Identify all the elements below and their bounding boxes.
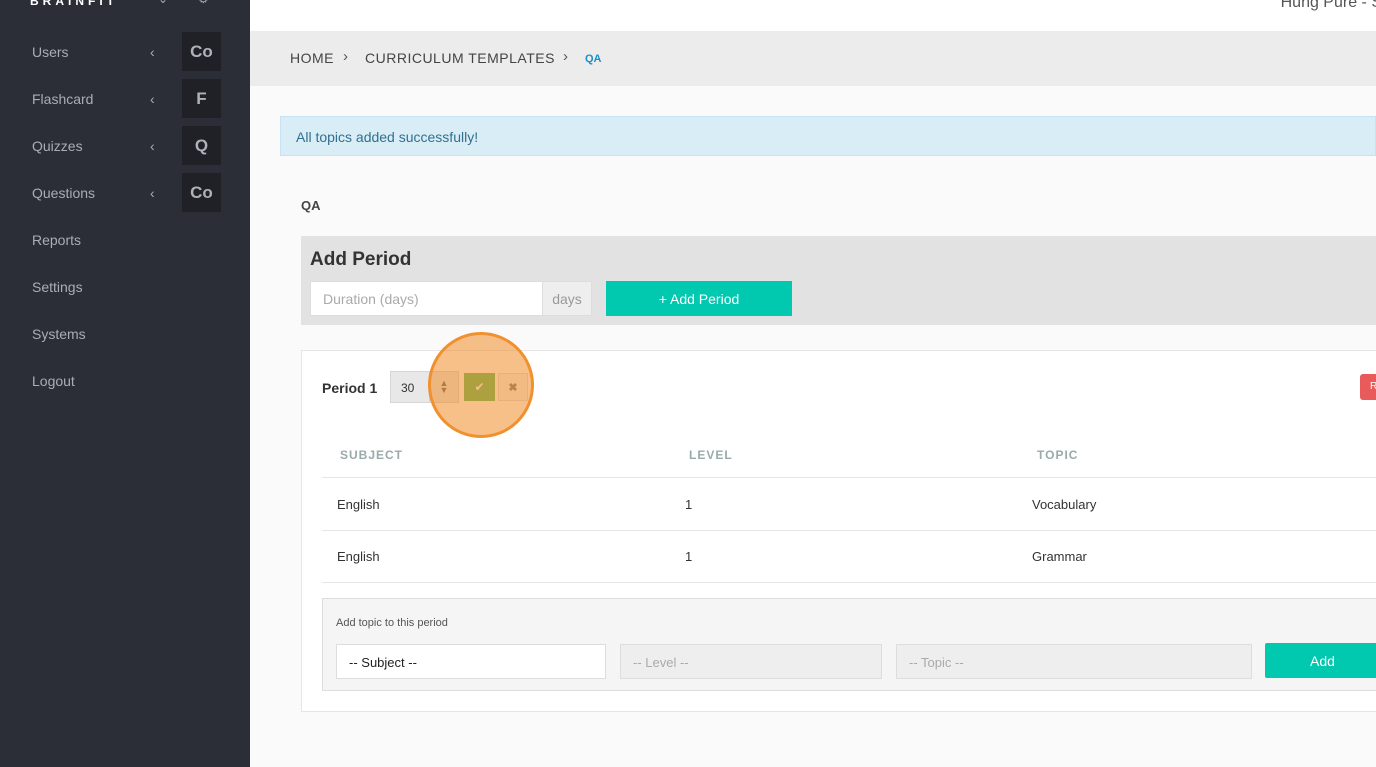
chevron-left-icon: ‹ (150, 137, 155, 154)
cell-subject: English (337, 549, 380, 564)
breadcrumb-curriculum-templates[interactable]: CURRICULUM TEMPLATES (365, 50, 555, 66)
chevron-left-icon: ‹ (150, 90, 155, 107)
sidebar-item-flashcard[interactable]: Flashcard ‹ F (0, 75, 250, 122)
sidebar: BRAINFIT ⌄ ⚙ Users ‹ Co Flashcard ‹ F Qu… (0, 0, 250, 767)
sidebar-item-label: Logout (32, 372, 75, 389)
subject-select[interactable]: -- Subject -- (336, 644, 606, 679)
sidebar-item-badge: Q (182, 126, 221, 165)
chevron-right-icon: › (343, 48, 348, 65)
sidebar-item-label: Flashcard (32, 90, 94, 107)
add-topic-label: Add topic to this period (336, 617, 448, 629)
cell-topic: Vocabulary (1032, 497, 1097, 512)
top-header: Hung Pure - S (250, 0, 1376, 31)
sidebar-item-label: Reports (32, 231, 82, 248)
sidebar-item-quizzes[interactable]: Quizzes ‹ Q (0, 122, 250, 169)
gear-icon[interactable]: ⚙ (198, 0, 209, 6)
sidebar-item-settings[interactable]: Settings (0, 263, 250, 310)
column-header-subject: SUBJECT (340, 448, 404, 462)
add-period-button[interactable]: + Add Period (606, 281, 792, 316)
cell-topic: Grammar (1032, 549, 1087, 564)
column-header-topic: TOPIC (1037, 448, 1079, 462)
chevron-left-icon: ‹ (150, 184, 155, 201)
breadcrumb-current: QA (585, 53, 602, 65)
success-alert: All topics added successfully! (280, 116, 1376, 156)
chevron-down-icon[interactable]: ⌄ (158, 0, 168, 6)
level-select[interactable]: -- Level -- (620, 644, 882, 679)
add-topic-form: Add topic to this period -- Subject -- -… (322, 598, 1376, 691)
table-divider (322, 477, 1376, 478)
topic-select[interactable]: -- Topic -- (896, 644, 1252, 679)
breadcrumb: HOME › CURRICULUM TEMPLATES › QA (250, 31, 1376, 86)
add-period-title: Add Period (310, 249, 412, 270)
chevron-right-icon: › (563, 48, 568, 65)
sidebar-item-reports[interactable]: Reports (0, 216, 250, 263)
sidebar-item-logout[interactable]: Logout (0, 357, 250, 404)
sidebar-item-label: Questions (32, 184, 96, 201)
breadcrumb-home[interactable]: HOME (290, 50, 334, 66)
table-divider (322, 530, 1376, 531)
sidebar-item-questions[interactable]: Questions ‹ Co (0, 169, 250, 216)
column-header-level: LEVEL (689, 448, 733, 462)
duration-input[interactable] (310, 281, 543, 316)
close-icon: ✖ (508, 381, 518, 394)
sidebar-item-systems[interactable]: Systems (0, 310, 250, 357)
cell-subject: English (337, 497, 380, 512)
period-card: Period 1 30 ▲ ▼ ✔ ✖ R SUBJECT LEVEL TOPI… (301, 332, 1376, 712)
period-label: Period 1 (322, 380, 378, 396)
days-addon: days (542, 281, 592, 316)
chevron-left-icon: ‹ (150, 43, 155, 60)
period-days-input[interactable]: 30 (390, 371, 430, 403)
sidebar-item-badge: F (182, 79, 221, 118)
add-period-panel: Add Period days + Add Period (301, 236, 1376, 325)
sidebar-item-label: Users (32, 43, 69, 60)
cell-level: 1 (685, 549, 693, 564)
add-topic-button[interactable]: Add (1265, 643, 1376, 678)
spin-down-icon[interactable]: ▼ (440, 386, 449, 395)
sidebar-item-label: Quizzes (32, 137, 83, 154)
sidebar-item-users[interactable]: Users ‹ Co (0, 28, 250, 75)
page-title: QA (301, 198, 321, 213)
days-spinner[interactable]: ▲ ▼ (429, 371, 459, 403)
remove-period-button[interactable]: R (1360, 374, 1376, 400)
sidebar-item-badge: Co (182, 32, 221, 71)
brand-logo[interactable]: BRAINFIT (30, 0, 118, 8)
user-menu[interactable]: Hung Pure - S (1281, 0, 1376, 12)
table-divider (322, 582, 1376, 583)
confirm-button[interactable]: ✔ (464, 373, 495, 401)
check-icon: ✔ (474, 380, 485, 394)
sidebar-item-label: Settings (32, 278, 83, 295)
cell-level: 1 (685, 497, 693, 512)
cancel-button[interactable]: ✖ (498, 373, 528, 401)
sidebar-item-badge: Co (182, 173, 221, 212)
sidebar-item-label: Systems (32, 325, 86, 342)
